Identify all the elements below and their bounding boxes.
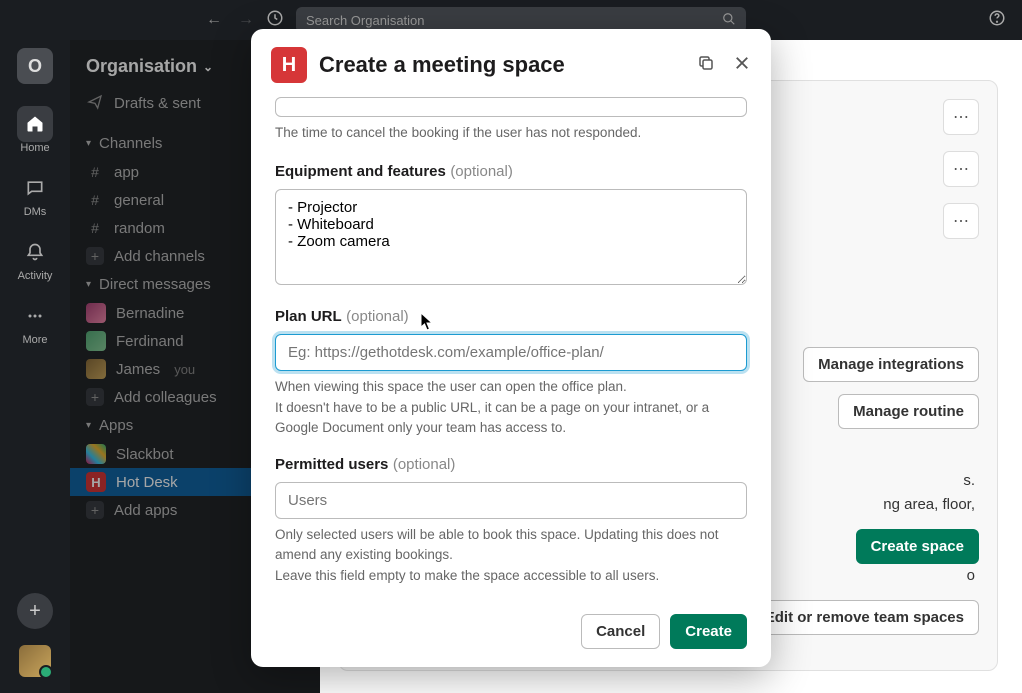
plan-url-input[interactable] (275, 334, 747, 371)
home-icon (17, 106, 53, 142)
plus-icon: + (86, 247, 104, 265)
rail-label: DMs (24, 206, 47, 218)
user-avatar[interactable] (19, 645, 51, 677)
rail-label: More (22, 334, 47, 346)
manage-integrations-button[interactable]: Manage integrations (803, 347, 979, 382)
permitted-users-label: Permitted users (275, 456, 388, 473)
avatar (86, 331, 106, 351)
modal-title: Create a meeting space (319, 52, 685, 78)
plan-url-help: When viewing this space the user can ope… (275, 377, 747, 438)
more-button[interactable]: ⋯ (943, 99, 979, 135)
optional-label: (optional) (450, 163, 513, 180)
workspace-switcher[interactable]: O (17, 48, 53, 84)
rail-dms[interactable]: DMs (0, 164, 70, 224)
help-icon[interactable] (988, 9, 1006, 32)
rail-label: Home (20, 142, 49, 154)
activity-icon (17, 234, 53, 270)
more-button[interactable]: ⋯ (943, 203, 979, 239)
hash-icon: # (86, 192, 104, 208)
manage-routine-button[interactable]: Manage routine (838, 394, 979, 429)
send-icon (86, 94, 104, 113)
create-space-button[interactable]: Create space (856, 529, 979, 564)
copy-icon[interactable] (697, 54, 715, 77)
hotdesk-logo: H (271, 47, 307, 83)
plus-icon: + (86, 501, 104, 519)
equipment-label: Equipment and features (275, 163, 446, 180)
optional-label: (optional) (346, 308, 409, 325)
permitted-users-input[interactable] (275, 482, 747, 519)
optional-label: (optional) (393, 456, 456, 473)
hotdesk-icon: H (86, 472, 106, 492)
search-icon (722, 12, 736, 29)
plan-url-label: Plan URL (275, 308, 342, 325)
hash-icon: # (86, 220, 104, 236)
compose-button[interactable]: + (17, 593, 53, 629)
nav-back-icon[interactable]: ← (206, 11, 222, 29)
nav-forward-icon[interactable]: → (238, 11, 254, 29)
caret-icon: ▾ (86, 138, 91, 149)
plus-icon: + (86, 388, 104, 406)
avatar (86, 303, 106, 323)
edit-spaces-button[interactable]: Edit or remove team spaces (750, 600, 979, 635)
cancel-help: The time to cancel the booking if the us… (275, 123, 747, 143)
equipment-input[interactable] (275, 189, 747, 285)
rail-activity[interactable]: Activity (0, 228, 70, 288)
hash-icon: # (86, 164, 104, 180)
create-meeting-space-modal: H Create a meeting space The time to can… (251, 29, 771, 667)
chevron-down-icon: ⌄ (203, 60, 213, 74)
search-placeholder: Search Organisation (306, 13, 425, 28)
cancel-button[interactable]: Cancel (581, 614, 660, 649)
rail-label: Activity (18, 270, 53, 282)
close-icon[interactable] (733, 54, 751, 77)
caret-icon: ▾ (86, 279, 91, 290)
create-button[interactable]: Create (670, 614, 747, 649)
rail-more[interactable]: More (0, 292, 70, 352)
prior-input-bottom[interactable] (275, 97, 747, 117)
more-button[interactable]: ⋯ (943, 151, 979, 187)
dm-icon (17, 170, 53, 206)
avatar (86, 359, 106, 379)
slackbot-icon (86, 444, 106, 464)
permitted-users-help: Only selected users will be able to book… (275, 525, 747, 586)
more-icon (17, 298, 53, 334)
caret-icon: ▾ (86, 420, 91, 431)
rail-home[interactable]: Home (0, 100, 70, 160)
